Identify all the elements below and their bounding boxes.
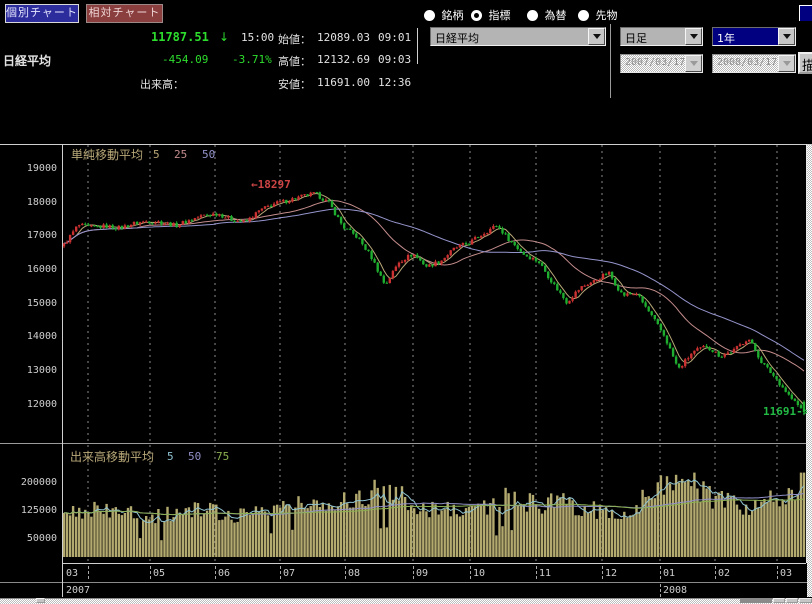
horizontal-scrollbar[interactable] xyxy=(0,598,812,604)
volume-ma50-label: 50 xyxy=(188,450,201,463)
price-ma25-label: 25 xyxy=(174,148,187,161)
candlestick-chart xyxy=(0,0,812,603)
scrollbar-button[interactable] xyxy=(799,598,812,603)
chart-region: 1900018000170001600015000140001300012000… xyxy=(0,0,812,603)
annotation-low-price: 11691-> xyxy=(763,405,809,418)
nikkei-chart-app: { "header": { "tabs": [ {"label": "個別チャー… xyxy=(0,0,812,603)
volume-ma5-label: 5 xyxy=(167,450,174,463)
price-ma5-label: 5 xyxy=(153,148,160,161)
volume-ma-legend-label: 出来高移動平均 xyxy=(70,448,154,465)
annotation-peak-price: ←18297 xyxy=(251,178,291,191)
scrollbar-button[interactable] xyxy=(773,598,785,603)
price-ma-legend-label: 単純移動平均 xyxy=(71,146,143,163)
price-ma50-label: 50 xyxy=(202,148,215,161)
vertical-scrollbar[interactable] xyxy=(807,145,812,597)
volume-ma75-label: 75 xyxy=(216,450,229,463)
scrollbar-thumb[interactable] xyxy=(36,598,45,603)
scrollbar-button[interactable] xyxy=(786,598,798,603)
scrollbar-segment[interactable] xyxy=(740,598,772,603)
